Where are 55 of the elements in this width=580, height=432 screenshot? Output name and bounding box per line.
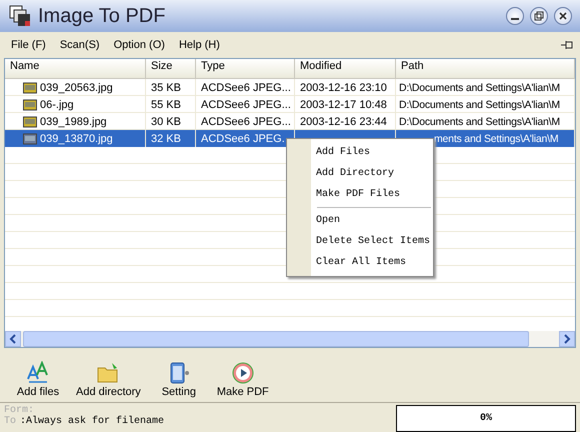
- form-label: Form:: [4, 405, 34, 416]
- output-filename: :Always ask for filename: [20, 416, 164, 427]
- context-menu-item[interactable]: Clear All Items: [287, 252, 433, 273]
- app-icon: [8, 4, 32, 28]
- close-icon: [558, 11, 568, 21]
- column-header[interactable]: Path: [396, 59, 575, 79]
- window-title: Image To PDF: [38, 4, 166, 28]
- table-cell: ACDSee6 JPEG...: [196, 96, 295, 113]
- context-menu-item[interactable]: Make PDF Files: [287, 184, 433, 205]
- file-row[interactable]: 039_20563.jpg 35 KB ACDSee6 JPEG... 2003-12-16 23:10 D:\Documents and Settings\A'lian\M: [5, 79, 575, 96]
- table-cell: 2003-12-16 23:10: [295, 79, 396, 96]
- play-icon: [230, 361, 255, 385]
- toolbar-button[interactable]: Add files: [10, 359, 66, 400]
- triangles-icon: [26, 361, 50, 385]
- jpg-file-icon: [23, 98, 37, 110]
- menu-item[interactable]: Help (H): [174, 37, 225, 53]
- table-cell: 55 KB: [146, 96, 196, 113]
- folder-icon: [96, 361, 120, 385]
- pin-icon[interactable]: [560, 39, 574, 51]
- minimize-icon: [511, 18, 519, 20]
- progress-text: 0%: [480, 413, 492, 424]
- table-cell: ACDSee6 JPEG.: [196, 130, 295, 147]
- table-cell: 039_13870.jpg: [5, 130, 146, 147]
- restore-button[interactable]: [530, 7, 548, 25]
- toolbar-button[interactable]: Make PDF: [210, 359, 275, 400]
- file-row[interactable]: 06-.jpg 55 KB ACDSee6 JPEG... 2003-12-17 10:48 D:\Documents and Settings\A'lian\M: [5, 96, 575, 113]
- table-cell: 35 KB: [146, 79, 196, 96]
- to-label: To: [4, 416, 16, 427]
- column-header[interactable]: Modified: [295, 59, 396, 79]
- context-menu-item[interactable]: Delete Select Items: [287, 231, 433, 252]
- menu-item[interactable]: Option (O): [108, 37, 170, 53]
- table-cell: 06-.jpg: [5, 96, 146, 113]
- scroll-left-button[interactable]: [5, 331, 21, 347]
- column-header[interactable]: Size: [146, 59, 196, 79]
- context-menu-item[interactable]: Open: [287, 210, 433, 231]
- jpg-file-icon: [23, 82, 37, 94]
- scroll-right-button[interactable]: [559, 331, 575, 347]
- minimize-button[interactable]: [506, 7, 524, 25]
- table-cell: 2003-12-17 10:48: [295, 96, 396, 113]
- menu-item[interactable]: Scan(S): [54, 37, 105, 53]
- menu-item[interactable]: File (F): [6, 37, 51, 53]
- table-cell: ACDSee6 JPEG...: [196, 79, 295, 96]
- table-cell: D:\Documents and Settings\A'lian\M: [396, 96, 575, 113]
- table-cell: 039_20563.jpg: [5, 79, 146, 96]
- table-cell: D:\Documents and Settings\A'lian\M: [396, 79, 575, 96]
- jpg-file-icon: [23, 116, 37, 128]
- column-header[interactable]: Name: [5, 59, 146, 79]
- context-menu-item[interactable]: Add Directory: [287, 163, 433, 184]
- restore-icon: [534, 11, 544, 21]
- close-button[interactable]: [554, 7, 572, 25]
- table-cell: 32 KB: [146, 130, 196, 147]
- toolbar-button[interactable]: Add directory: [70, 359, 147, 400]
- toolbar-button[interactable]: Setting: [150, 359, 207, 400]
- jpg-file-icon: [23, 132, 37, 144]
- column-header[interactable]: Type: [196, 59, 295, 79]
